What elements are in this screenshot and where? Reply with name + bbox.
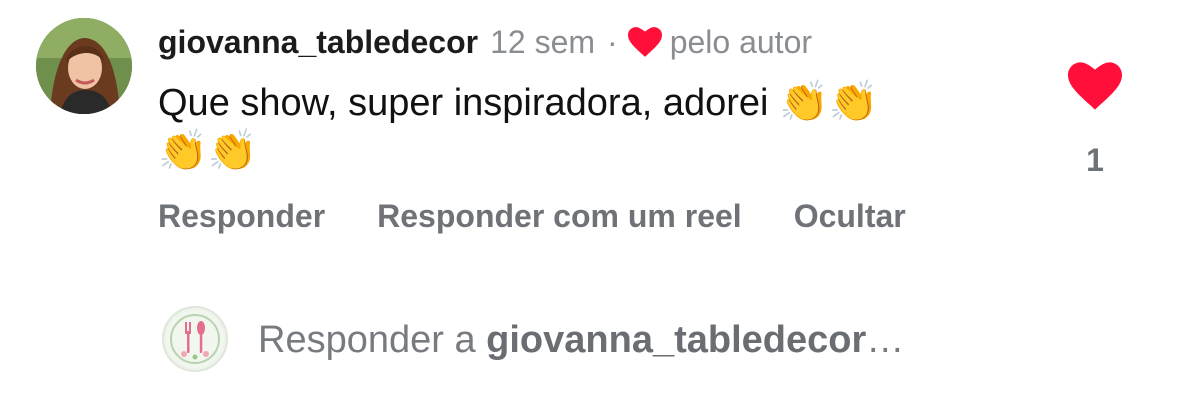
- comment-username[interactable]: giovanna_tabledecor: [158, 22, 478, 62]
- separator-dot: ·: [607, 24, 618, 60]
- clapping-hands-icon: 👏: [207, 128, 258, 174]
- clapping-hands-icon: 👏: [158, 128, 208, 174]
- liked-by-author-label: pelo autor: [669, 24, 813, 60]
- heart-filled-icon: [1068, 62, 1122, 110]
- clapping-hands-icon: 👏: [828, 79, 879, 125]
- like-button[interactable]: [1068, 62, 1122, 114]
- cutlery-logo-icon: [166, 310, 224, 368]
- comment-screen: giovanna_tabledecor 12 sem · pelo autor …: [0, 0, 1179, 402]
- comment-body: Que show, super inspiradora, adorei 👏👏 👏…: [158, 78, 1008, 176]
- clapping-hands-icon: 👏: [779, 79, 829, 125]
- reply-ellipsis: …: [866, 319, 905, 361]
- comment-text: Que show, super inspiradora, adorei: [158, 82, 769, 124]
- comment-actions: Responder Responder com um reel Ocultar: [158, 196, 906, 236]
- hide-button[interactable]: Ocultar: [794, 196, 906, 236]
- commenter-avatar[interactable]: [36, 18, 132, 114]
- reply-prefix: Responder a: [258, 319, 476, 361]
- profile-photo-icon: [36, 18, 132, 114]
- comment-timestamp: 12 sem: [490, 24, 596, 60]
- reply-mention: giovanna_tabledecor: [486, 319, 867, 361]
- own-avatar: [162, 306, 228, 372]
- like-count[interactable]: 1: [1062, 140, 1128, 180]
- reply-button[interactable]: Responder: [158, 196, 325, 236]
- reply-input[interactable]: Responder a giovanna_tabledecor…: [258, 318, 904, 362]
- author-heart-icon: [627, 27, 662, 57]
- reply-with-reel-button[interactable]: Responder com um reel: [377, 196, 742, 236]
- comment-header: giovanna_tabledecor 12 sem · pelo autor: [158, 22, 812, 62]
